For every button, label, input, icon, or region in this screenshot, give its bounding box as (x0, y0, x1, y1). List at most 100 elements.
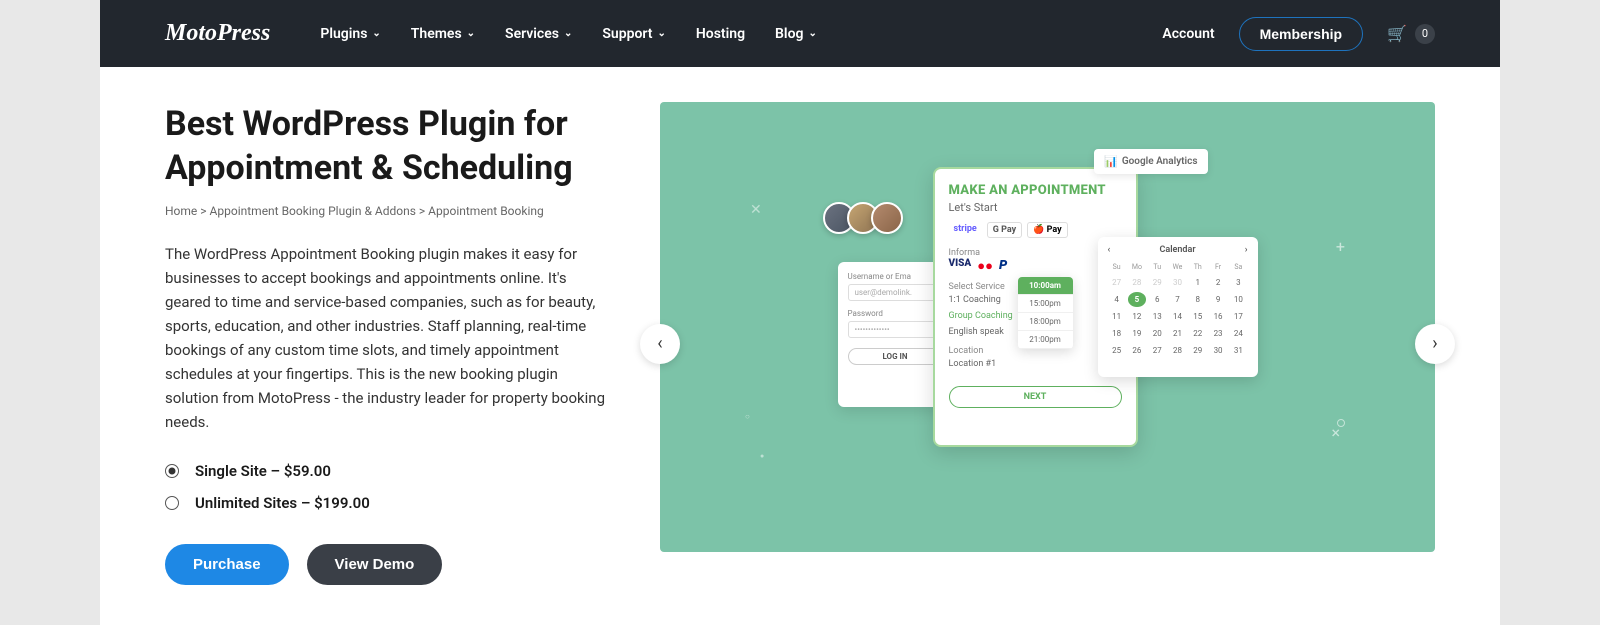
chevron-left-icon: ‹ (657, 333, 662, 354)
price-option-single[interactable]: Single Site – $59.00 (165, 462, 610, 480)
cal-day: 2 (1209, 275, 1227, 290)
nav-hosting-label: Hosting (696, 26, 745, 42)
cal-day: 1 (1189, 275, 1207, 290)
site-header: MotoPress Plugins⌄ Themes⌄ Services⌄ Sup… (100, 0, 1500, 67)
chevron-down-icon: ⌄ (808, 28, 816, 39)
cta-buttons: Purchase View Demo (165, 544, 610, 585)
cart-button[interactable]: 🛒 0 (1387, 24, 1435, 44)
panel-subtitle: Let's Start (949, 201, 1122, 214)
apple-pay-badge: 🍎 Pay (1027, 222, 1067, 238)
cal-day: 5 (1128, 292, 1146, 307)
nav-plugins-label: Plugins (320, 26, 367, 42)
logo[interactable]: MotoPress (165, 20, 270, 47)
cal-day: 24 (1229, 326, 1247, 341)
cal-day: 29 (1148, 275, 1166, 290)
cal-day-head: Sa (1229, 261, 1247, 273)
price-label: Single Site – $59.00 (195, 462, 331, 480)
cal-day: 30 (1168, 275, 1186, 290)
cal-day: 27 (1108, 275, 1126, 290)
deco-plus-icon: + (1336, 237, 1345, 256)
nav-support[interactable]: Support ⌄ (602, 26, 666, 42)
cal-day: 23 (1209, 326, 1227, 341)
radio-icon (165, 464, 179, 478)
cal-day: 28 (1128, 275, 1146, 290)
nav-blog[interactable]: Blog ⌄ (775, 26, 817, 42)
cal-day: 16 (1209, 309, 1227, 324)
visa-icon: VISA (949, 258, 972, 274)
mockup-stack: Google Analytics Username or Ema user@de… (838, 167, 1258, 487)
time-slot: 15:00pm (1018, 295, 1073, 313)
ga-label: Google Analytics (1122, 156, 1198, 167)
cal-day: 10 (1229, 292, 1247, 307)
cal-day: 17 (1229, 309, 1247, 324)
avatar (871, 202, 903, 234)
deco-circle-icon (1337, 419, 1345, 427)
main-nav: Plugins⌄ Themes⌄ Services⌄ Support⌄ Host… (320, 26, 1162, 42)
calendar-title: Calendar (1160, 245, 1196, 255)
breadcrumb-mid[interactable]: Appointment Booking Plugin & Addons (210, 204, 416, 218)
header-right: Account Membership 🛒 0 (1162, 17, 1435, 51)
breadcrumb-sep: > (419, 204, 425, 218)
cal-day-head: Tu (1148, 261, 1166, 273)
cal-day: 20 (1148, 326, 1166, 341)
cart-count-badge: 0 (1415, 24, 1435, 44)
cal-day: 27 (1148, 343, 1166, 358)
carousel-prev-button[interactable]: ‹ (640, 324, 680, 364)
view-demo-button[interactable]: View Demo (307, 544, 443, 585)
cal-day: 31 (1229, 343, 1247, 358)
chevron-down-icon: ⌄ (657, 28, 665, 39)
cal-day: 7 (1168, 292, 1186, 307)
nav-services-label: Services (505, 26, 559, 42)
cal-day: 26 (1128, 343, 1146, 358)
stripe-badge: stripe (949, 222, 982, 238)
main-content: Best WordPress Plugin for Appointment & … (100, 67, 1500, 625)
cal-day: 13 (1148, 309, 1166, 324)
cal-day: 15 (1189, 309, 1207, 324)
content-left: Best WordPress Plugin for Appointment & … (165, 102, 610, 585)
chevron-right-icon: › (1245, 245, 1248, 255)
time-slot: 21:00pm (1018, 331, 1073, 349)
paypal-icon: P (999, 258, 1007, 274)
cal-day: 9 (1209, 292, 1227, 307)
purchase-button[interactable]: Purchase (165, 544, 289, 585)
calendar-grid: SuMoTuWeThFrSa27282930123456789101112131… (1108, 261, 1248, 358)
nav-plugins[interactable]: Plugins⌄ (320, 26, 380, 42)
radio-icon (165, 496, 179, 510)
nav-hosting[interactable]: Hosting (696, 26, 745, 42)
price-label: Unlimited Sites – $199.00 (195, 494, 370, 512)
login-button-mockup: LOG IN (848, 348, 943, 365)
cart-icon: 🛒 (1387, 24, 1407, 43)
breadcrumb-home[interactable]: Home (165, 204, 197, 218)
cal-day-head: Fr (1209, 261, 1227, 273)
breadcrumb: Home > Appointment Booking Plugin & Addo… (165, 204, 610, 218)
cal-day: 19 (1128, 326, 1146, 341)
cal-day-head: Mo (1128, 261, 1146, 273)
page-title: Best WordPress Plugin for Appointment & … (165, 102, 610, 190)
hero-carousel: ‹ › ✕ ○ ● + × Google Analytics (660, 102, 1435, 585)
nav-themes[interactable]: Themes ⌄ (411, 26, 475, 42)
cal-day: 29 (1189, 343, 1207, 358)
username-label: Username or Ema (848, 272, 943, 281)
cal-day: 28 (1168, 343, 1186, 358)
cal-day: 8 (1189, 292, 1207, 307)
payment-row: stripe G Pay 🍎 Pay (949, 222, 1122, 238)
cal-day: 18 (1108, 326, 1126, 341)
product-description: The WordPress Appointment Booking plugin… (165, 242, 610, 434)
price-option-unlimited[interactable]: Unlimited Sites – $199.00 (165, 494, 610, 512)
account-link[interactable]: Account (1162, 26, 1214, 42)
nav-themes-label: Themes (411, 26, 462, 42)
cal-day: 3 (1229, 275, 1247, 290)
chevron-down-icon: ⌄ (467, 28, 475, 39)
password-label: Password (848, 309, 943, 318)
username-input-mockup: user@demolink. (848, 284, 943, 301)
membership-button[interactable]: Membership (1239, 17, 1363, 51)
nav-blog-label: Blog (775, 26, 803, 42)
deco-x-icon: ✕ (750, 202, 762, 218)
pricing-options: Single Site – $59.00 Unlimited Sites – $… (165, 462, 610, 512)
nav-support-label: Support (602, 26, 652, 42)
carousel-next-button[interactable]: › (1415, 324, 1455, 364)
card-icons-row: VISA ●● P (949, 258, 1122, 274)
deco-circle-icon: ○ (745, 412, 750, 421)
nav-services[interactable]: Services⌄ (505, 26, 572, 42)
avatar-group (823, 202, 903, 234)
